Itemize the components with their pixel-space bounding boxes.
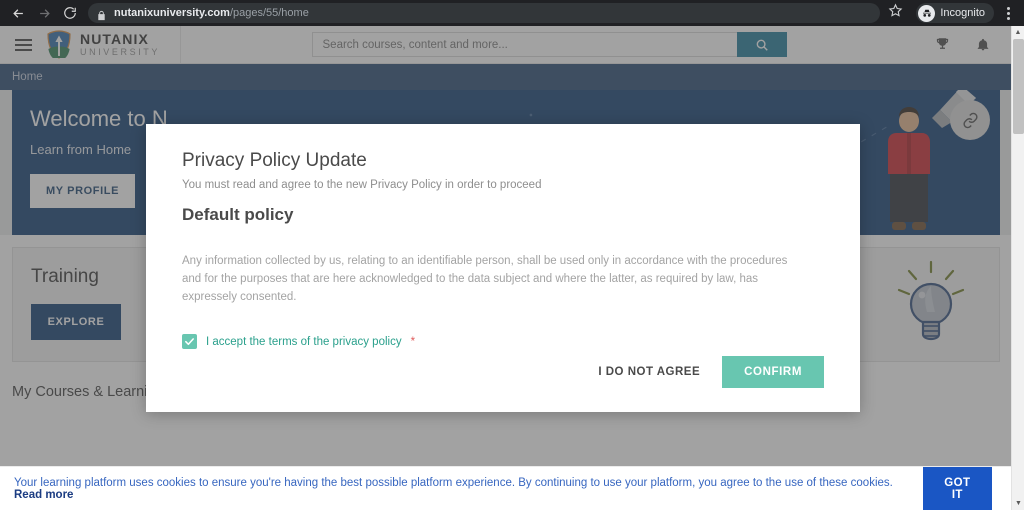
modal-subtitle: You must read and agree to the new Priva… xyxy=(182,179,542,191)
address-bar-url: nutanixuniversity.com/pages/55/home xyxy=(114,7,309,19)
star-icon[interactable] xyxy=(888,3,908,23)
browser-window: nutanixuniversity.com/pages/55/home Inco… xyxy=(0,0,1024,510)
incognito-icon xyxy=(918,4,936,22)
page-scrollbar[interactable]: ▲ ▼ xyxy=(1011,26,1024,510)
incognito-chip[interactable]: Incognito xyxy=(916,3,994,23)
modal-actions: I DO NOT AGREE CONFIRM xyxy=(598,356,824,388)
policy-body-text: Any information collected by us, relatin… xyxy=(182,255,788,303)
do-not-agree-button[interactable]: I DO NOT AGREE xyxy=(598,366,700,378)
incognito-label: Incognito xyxy=(940,7,985,19)
policy-heading: Default policy xyxy=(182,205,294,224)
lock-icon xyxy=(96,8,107,20)
cookie-read-more-link[interactable]: Read more xyxy=(14,489,73,501)
privacy-policy-modal: Privacy Policy Update You must read and … xyxy=(146,124,860,412)
accept-terms-row: I accept the terms of the privacy policy… xyxy=(182,334,824,350)
modal-title: Privacy Policy Update xyxy=(182,150,367,171)
address-bar[interactable]: nutanixuniversity.com/pages/55/home xyxy=(88,3,881,23)
back-icon[interactable] xyxy=(6,1,30,25)
kebab-menu-icon[interactable] xyxy=(998,2,1018,24)
confirm-button[interactable]: CONFIRM xyxy=(722,356,824,388)
checkmark-icon xyxy=(185,338,194,346)
browser-toolbar: nutanixuniversity.com/pages/55/home Inco… xyxy=(0,0,1024,26)
accept-terms-checkbox[interactable] xyxy=(182,334,197,350)
cookie-banner: Your learning platform uses cookies to e… xyxy=(0,466,1024,510)
cookie-got-it-button[interactable]: GOT IT xyxy=(922,466,992,510)
accept-terms-label[interactable]: I accept the terms of the privacy policy xyxy=(206,336,402,348)
url-path: /pages/55/home xyxy=(229,7,309,19)
url-domain: nutanixuniversity.com xyxy=(114,7,230,19)
scroll-up-arrow[interactable]: ▲ xyxy=(1012,26,1024,39)
required-marker: * xyxy=(410,335,416,348)
cookie-text: Your learning platform uses cookies to e… xyxy=(14,477,923,501)
reload-icon[interactable] xyxy=(58,1,82,25)
scroll-down-arrow[interactable]: ▼ xyxy=(1012,497,1024,510)
scrollbar-thumb[interactable] xyxy=(1013,39,1024,134)
forward-icon[interactable] xyxy=(32,1,56,25)
cookie-message: Your learning platform uses cookies to e… xyxy=(14,476,893,489)
